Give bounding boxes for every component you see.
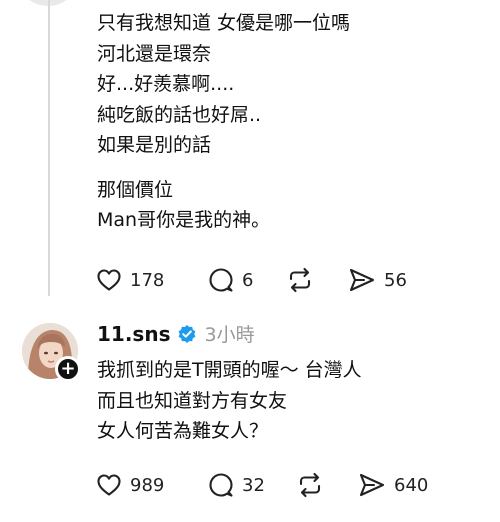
- heart-icon: [97, 269, 121, 291]
- repost-button[interactable]: [286, 267, 348, 293]
- like-button[interactable]: 989: [96, 473, 208, 497]
- post2-line: 而且也知道對方有女友: [97, 389, 288, 412]
- post2-line: 我抓到的是T開頭的喔～ 台灣人: [97, 359, 362, 381]
- repost-icon: [289, 267, 311, 293]
- post1-line: Man哥你是我的神。: [97, 209, 271, 231]
- post1-line: 河北還是環奈: [97, 42, 212, 65]
- reply-button[interactable]: 6: [208, 267, 286, 293]
- post1-line: 那個價位: [97, 178, 174, 201]
- reply-count: 6: [242, 269, 254, 291]
- thread-line: [48, 0, 50, 296]
- share-button[interactable]: 56: [348, 267, 407, 293]
- post2-actions: 989 32 640: [96, 471, 428, 499]
- reply-button[interactable]: 32: [208, 472, 296, 498]
- post1-line: 只有我想知道 女優是哪一位嗎: [97, 12, 351, 34]
- post1-line: 好...好羨慕啊....: [97, 73, 235, 95]
- post2-line: 女人何苦為難女人？: [97, 420, 269, 442]
- repost-button[interactable]: [296, 472, 358, 498]
- send-icon: [349, 268, 375, 292]
- post2-header: 11.sns 3小時: [97, 320, 255, 347]
- heart-icon: [97, 474, 121, 496]
- username[interactable]: 11.sns: [97, 322, 170, 346]
- like-button[interactable]: 178: [96, 268, 208, 292]
- comment-icon: [209, 268, 233, 292]
- post-time: 3小時: [204, 324, 255, 346]
- repost-icon: [299, 472, 321, 498]
- post2-text: 我抓到的是T開頭的喔～ 台灣人 而且也知道對方有女友 女人何苦為難女人？: [97, 355, 487, 447]
- follow-plus-icon[interactable]: +: [55, 356, 81, 382]
- post1-line: 如果是別的話: [97, 134, 212, 156]
- comment-icon: [209, 473, 233, 497]
- like-count: 989: [130, 474, 165, 496]
- post1-text: 只有我想知道 女優是哪一位嗎 河北還是環奈 好...好羨慕啊.... 純吃飯的話…: [97, 8, 487, 236]
- post1-line: 純吃飯的話也好屌..: [97, 103, 262, 126]
- post1-actions: 178 6 56: [96, 266, 407, 294]
- verified-badge-icon: [179, 324, 196, 343]
- share-count: 640: [394, 474, 429, 496]
- share-count: 56: [384, 269, 407, 291]
- like-count: 178: [130, 269, 165, 291]
- send-icon: [359, 473, 385, 497]
- reply-count: 32: [242, 474, 265, 496]
- share-button[interactable]: 640: [358, 472, 428, 498]
